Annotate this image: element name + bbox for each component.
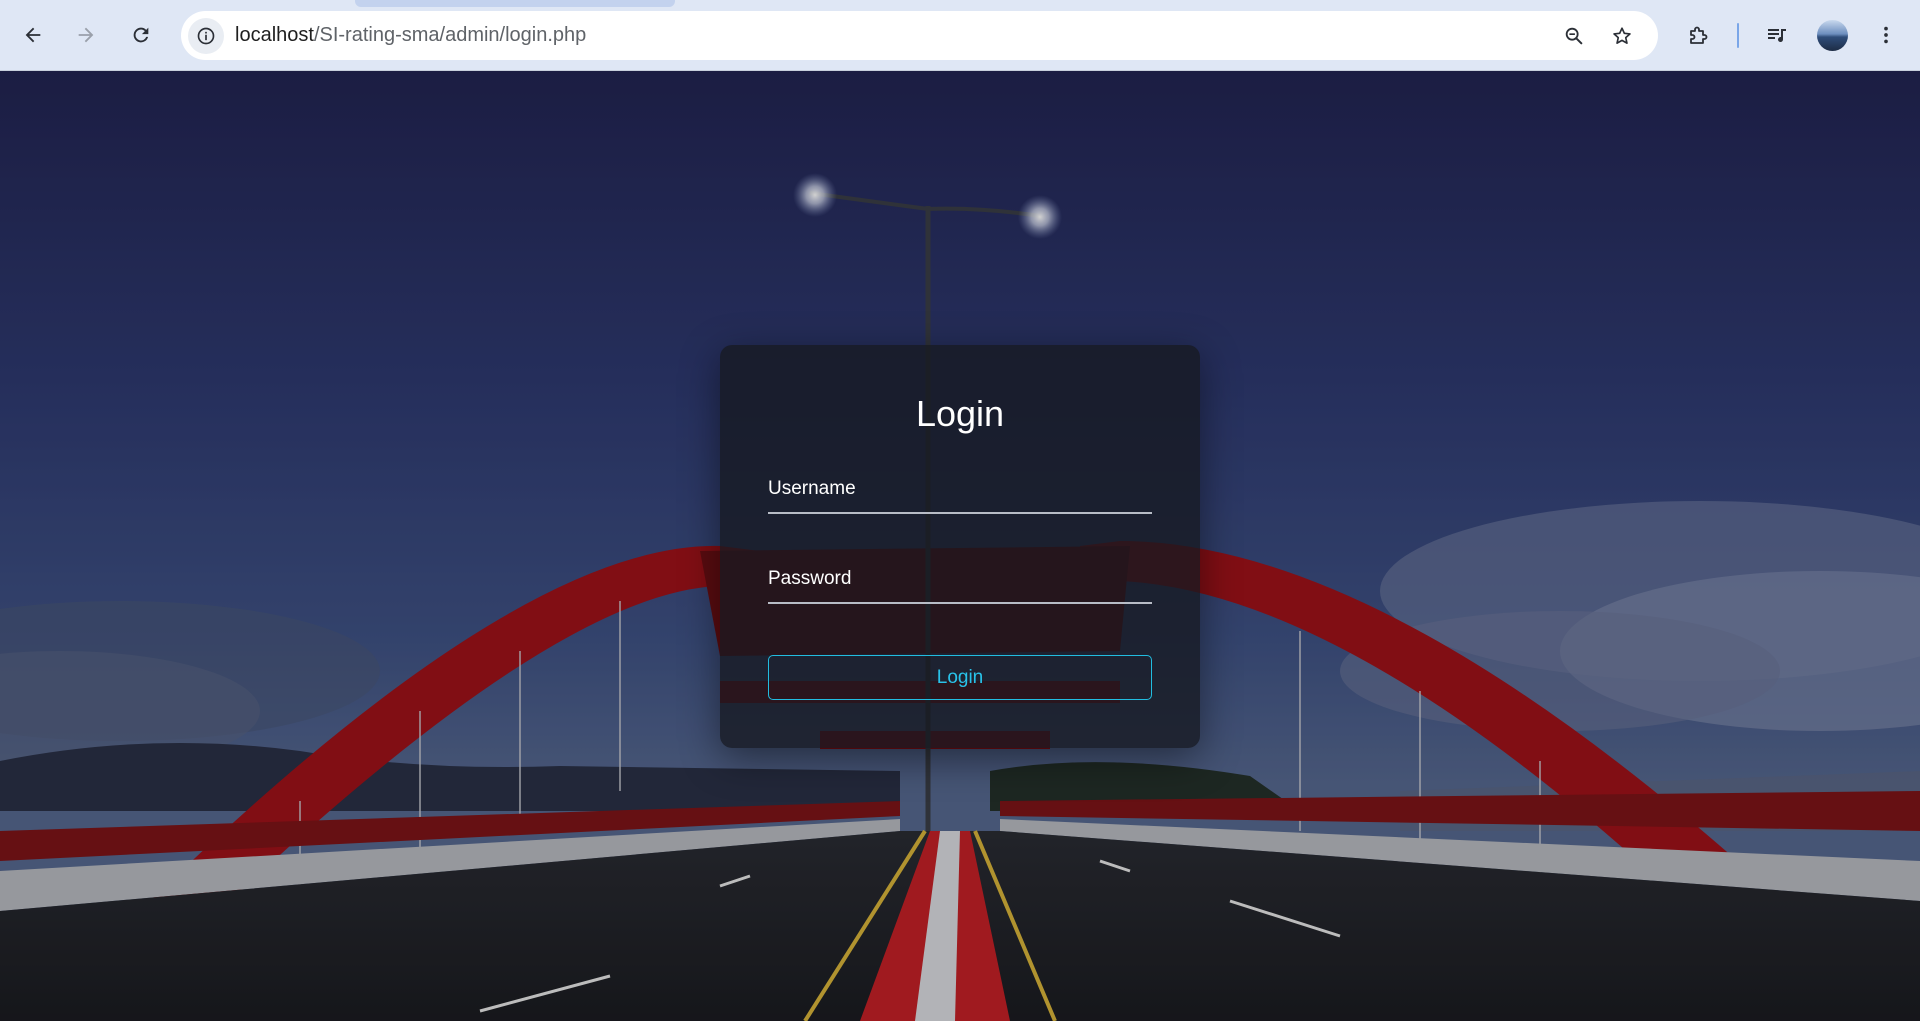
site-info-button[interactable] (188, 18, 224, 54)
password-underline (768, 602, 1152, 604)
arrow-left-icon (25, 27, 41, 43)
password-input[interactable] (768, 558, 1152, 602)
extensions-button[interactable] (1681, 17, 1717, 53)
address-bar[interactable]: localhost/SI-rating-sma/admin/login.php (181, 11, 1658, 60)
toolbar-divider (1737, 23, 1739, 48)
page-viewport: Login Username Password Login (0, 71, 1920, 1021)
login-title: Login (915, 393, 1005, 434)
active-tab-indicator (355, 0, 675, 7)
forward-button[interactable] (68, 17, 104, 53)
back-button[interactable] (15, 17, 51, 53)
username-input[interactable] (768, 468, 1152, 512)
reload-icon (133, 27, 149, 43)
info-icon (197, 27, 215, 45)
zoom-out-icon (1565, 27, 1583, 45)
media-control-button[interactable] (1759, 17, 1795, 53)
url-path: /SI-rating-sma/admin/login.php (313, 24, 587, 46)
url-text[interactable]: localhost/SI-rating-sma/admin/login.php (235, 11, 586, 60)
star-icon (1613, 27, 1631, 44)
reload-button[interactable] (123, 17, 159, 53)
browser-menu-button[interactable] (1868, 17, 1904, 53)
username-field[interactable]: Username (768, 468, 1152, 514)
puzzle-icon (1690, 26, 1708, 44)
url-host: localhost (235, 24, 314, 46)
zoom-button[interactable] (1557, 19, 1591, 53)
kebab-menu-icon (1884, 26, 1888, 44)
login-button[interactable]: Login (768, 655, 1152, 700)
password-field[interactable]: Password (768, 558, 1152, 604)
browser-toolbar: localhost/SI-rating-sma/admin/login.php (0, 0, 1920, 71)
avatar[interactable] (1817, 20, 1848, 51)
login-card: Login Username Password Login (720, 345, 1200, 748)
arrow-right-icon (78, 27, 94, 43)
media-control-icon (1768, 29, 1786, 42)
bookmark-button[interactable] (1605, 19, 1639, 53)
username-underline (768, 512, 1152, 514)
